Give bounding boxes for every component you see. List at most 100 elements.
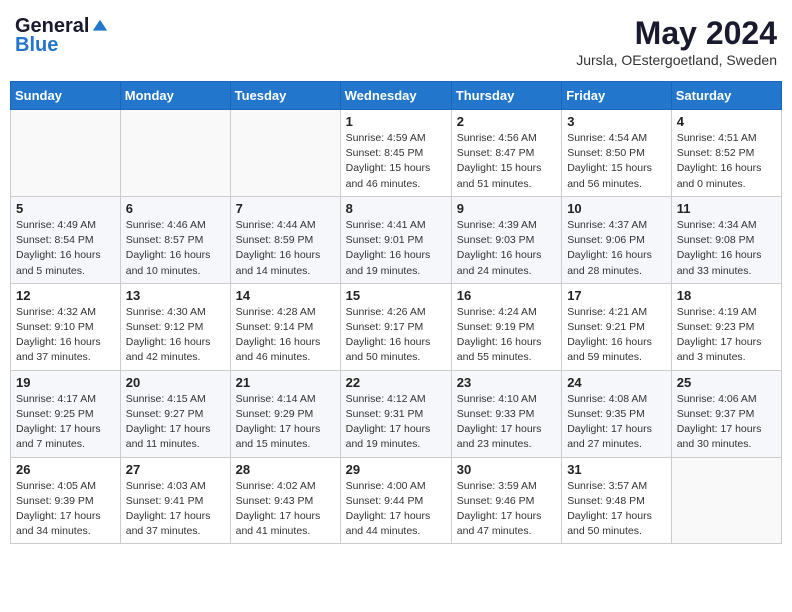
day-number: 28 (236, 462, 335, 477)
day-info-line: Sunset: 9:46 PM (457, 495, 535, 507)
day-info-line: Daylight: 16 hours and 55 minutes. (457, 336, 542, 363)
day-info: Sunrise: 4:06 AMSunset: 9:37 PMDaylight:… (677, 392, 776, 453)
day-number: 24 (567, 375, 666, 390)
day-info-line: Sunset: 9:35 PM (567, 408, 645, 420)
day-info-line: Daylight: 17 hours and 7 minutes. (16, 423, 101, 450)
day-info-line: Daylight: 16 hours and 50 minutes. (346, 336, 431, 363)
day-info-line: Sunset: 9:37 PM (677, 408, 755, 420)
day-number: 5 (16, 201, 115, 216)
day-number: 31 (567, 462, 666, 477)
calendar-cell: 30Sunrise: 3:59 AMSunset: 9:46 PMDayligh… (451, 457, 561, 544)
day-info-line: Sunrise: 4:03 AM (126, 480, 206, 492)
title-area: May 2024 Jursla, OEstergoetland, Sweden (576, 15, 777, 68)
day-info-line: Daylight: 16 hours and 28 minutes. (567, 249, 652, 276)
day-info: Sunrise: 4:49 AMSunset: 8:54 PMDaylight:… (16, 218, 115, 279)
calendar-cell: 7Sunrise: 4:44 AMSunset: 8:59 PMDaylight… (230, 196, 340, 283)
day-info-line: Daylight: 16 hours and 42 minutes. (126, 336, 211, 363)
day-info-line: Sunrise: 4:06 AM (677, 393, 757, 405)
day-info-line: Sunset: 9:25 PM (16, 408, 94, 420)
day-info-line: Daylight: 16 hours and 59 minutes. (567, 336, 652, 363)
calendar-table: SundayMondayTuesdayWednesdayThursdayFrid… (10, 81, 782, 544)
day-info-line: Sunrise: 4:34 AM (677, 219, 757, 231)
day-info-line: Daylight: 16 hours and 19 minutes. (346, 249, 431, 276)
day-info-line: Sunset: 9:23 PM (677, 321, 755, 333)
day-info: Sunrise: 4:51 AMSunset: 8:52 PMDaylight:… (677, 131, 776, 192)
day-info-line: Daylight: 16 hours and 46 minutes. (236, 336, 321, 363)
day-info: Sunrise: 4:44 AMSunset: 8:59 PMDaylight:… (236, 218, 335, 279)
calendar-cell (230, 110, 340, 197)
day-info-line: Sunset: 9:31 PM (346, 408, 424, 420)
day-number: 18 (677, 288, 776, 303)
day-info-line: Daylight: 16 hours and 14 minutes. (236, 249, 321, 276)
day-info-line: Daylight: 17 hours and 27 minutes. (567, 423, 652, 450)
col-header-monday: Monday (120, 82, 230, 110)
calendar-cell: 29Sunrise: 4:00 AMSunset: 9:44 PMDayligh… (340, 457, 451, 544)
col-header-thursday: Thursday (451, 82, 561, 110)
day-info-line: Sunset: 8:57 PM (126, 234, 204, 246)
day-info-line: Daylight: 17 hours and 3 minutes. (677, 336, 762, 363)
day-info-line: Sunrise: 4:00 AM (346, 480, 426, 492)
day-info-line: Daylight: 17 hours and 23 minutes. (457, 423, 542, 450)
day-info-line: Sunrise: 4:14 AM (236, 393, 316, 405)
day-info-line: Sunset: 8:59 PM (236, 234, 314, 246)
day-number: 13 (126, 288, 225, 303)
calendar-cell (671, 457, 781, 544)
calendar-cell (11, 110, 121, 197)
day-info-line: Sunrise: 4:17 AM (16, 393, 96, 405)
calendar-cell: 9Sunrise: 4:39 AMSunset: 9:03 PMDaylight… (451, 196, 561, 283)
col-header-saturday: Saturday (671, 82, 781, 110)
day-number: 15 (346, 288, 446, 303)
day-info-line: Sunrise: 4:19 AM (677, 306, 757, 318)
day-number: 23 (457, 375, 556, 390)
day-info-line: Sunrise: 4:26 AM (346, 306, 426, 318)
day-info-line: Sunset: 9:01 PM (346, 234, 424, 246)
calendar-week-2: 5 Sunrise: 4:49 AMSunset: 8:54 PMDaylight… (11, 196, 782, 283)
day-info-line: Sunrise: 3:57 AM (567, 480, 647, 492)
day-info: Sunrise: 4:00 AMSunset: 9:44 PMDaylight:… (346, 479, 446, 540)
day-info-line: Sunset: 9:03 PM (457, 234, 535, 246)
day-info-line: Sunrise: 4:56 AM (457, 132, 537, 144)
day-info-line: Sunset: 9:06 PM (567, 234, 645, 246)
calendar-cell: 11Sunrise: 4:34 AMSunset: 9:08 PMDayligh… (671, 196, 781, 283)
day-info-line: Sunset: 9:08 PM (677, 234, 755, 246)
calendar-cell: 20Sunrise: 4:15 AMSunset: 9:27 PMDayligh… (120, 370, 230, 457)
calendar-cell: 15Sunrise: 4:26 AMSunset: 9:17 PMDayligh… (340, 283, 451, 370)
calendar-cell: 5 Sunrise: 4:49 AMSunset: 8:54 PMDaylight… (11, 196, 121, 283)
day-info-line: Sunrise: 4:46 AM (126, 219, 206, 231)
day-info: Sunrise: 4:41 AMSunset: 9:01 PMDaylight:… (346, 218, 446, 279)
calendar-header-row: SundayMondayTuesdayWednesdayThursdayFrid… (11, 82, 782, 110)
day-info-line: Sunset: 9:39 PM (16, 495, 94, 507)
day-info: Sunrise: 4:56 AMSunset: 8:47 PMDaylight:… (457, 131, 556, 192)
day-info: Sunrise: 3:59 AMSunset: 9:46 PMDaylight:… (457, 479, 556, 540)
day-info-line: Sunset: 9:10 PM (16, 321, 94, 333)
day-info-line: Daylight: 16 hours and 0 minutes. (677, 162, 762, 189)
day-info: Sunrise: 4:03 AMSunset: 9:41 PMDaylight:… (126, 479, 225, 540)
calendar-cell: 10 Sunrise: 4:37 AM Sunset: 9:06 PM Dayligh… (562, 196, 672, 283)
day-info-line: Sunrise: 4:37 AM (567, 219, 647, 231)
col-header-wednesday: Wednesday (340, 82, 451, 110)
day-number: 10 (567, 201, 666, 216)
calendar-cell: 8Sunrise: 4:41 AMSunset: 9:01 PMDaylight… (340, 196, 451, 283)
calendar-cell: 26Sunrise: 4:05 AMSunset: 9:39 PMDayligh… (11, 457, 121, 544)
day-info-line: Sunrise: 4:28 AM (236, 306, 316, 318)
day-info: Sunrise: 4:15 AMSunset: 9:27 PMDaylight:… (126, 392, 225, 453)
day-info-line: Sunrise: 4:08 AM (567, 393, 647, 405)
calendar-cell: 25Sunrise: 4:06 AMSunset: 9:37 PMDayligh… (671, 370, 781, 457)
calendar-week-4: 19Sunrise: 4:17 AMSunset: 9:25 PMDayligh… (11, 370, 782, 457)
day-info-line: Sunrise: 4:05 AM (16, 480, 96, 492)
logo-blue-text: Blue (15, 34, 58, 57)
day-number: 27 (126, 462, 225, 477)
calendar-cell: 23Sunrise: 4:10 AMSunset: 9:33 PMDayligh… (451, 370, 561, 457)
day-info: Sunrise: 4:37 AM Sunset: 9:06 PM Daylight:… (567, 218, 666, 279)
day-number: 21 (236, 375, 335, 390)
calendar-cell (120, 110, 230, 197)
calendar-cell: 31Sunrise: 3:57 AMSunset: 9:48 PMDayligh… (562, 457, 672, 544)
day-info-line: Sunrise: 4:39 AM (457, 219, 537, 231)
day-number: 17 (567, 288, 666, 303)
day-info-line: Sunset: 9:14 PM (236, 321, 314, 333)
day-info: Sunrise: 4:39 AMSunset: 9:03 PMDaylight:… (457, 218, 556, 279)
day-info-line: Daylight: 16 hours and 10 minutes. (126, 249, 211, 276)
day-info-line: Daylight: 17 hours and 11 minutes. (126, 423, 211, 450)
day-info-line: Daylight: 16 hours and 5 minutes. (16, 249, 101, 276)
location: Jursla, OEstergoetland, Sweden (576, 52, 777, 68)
